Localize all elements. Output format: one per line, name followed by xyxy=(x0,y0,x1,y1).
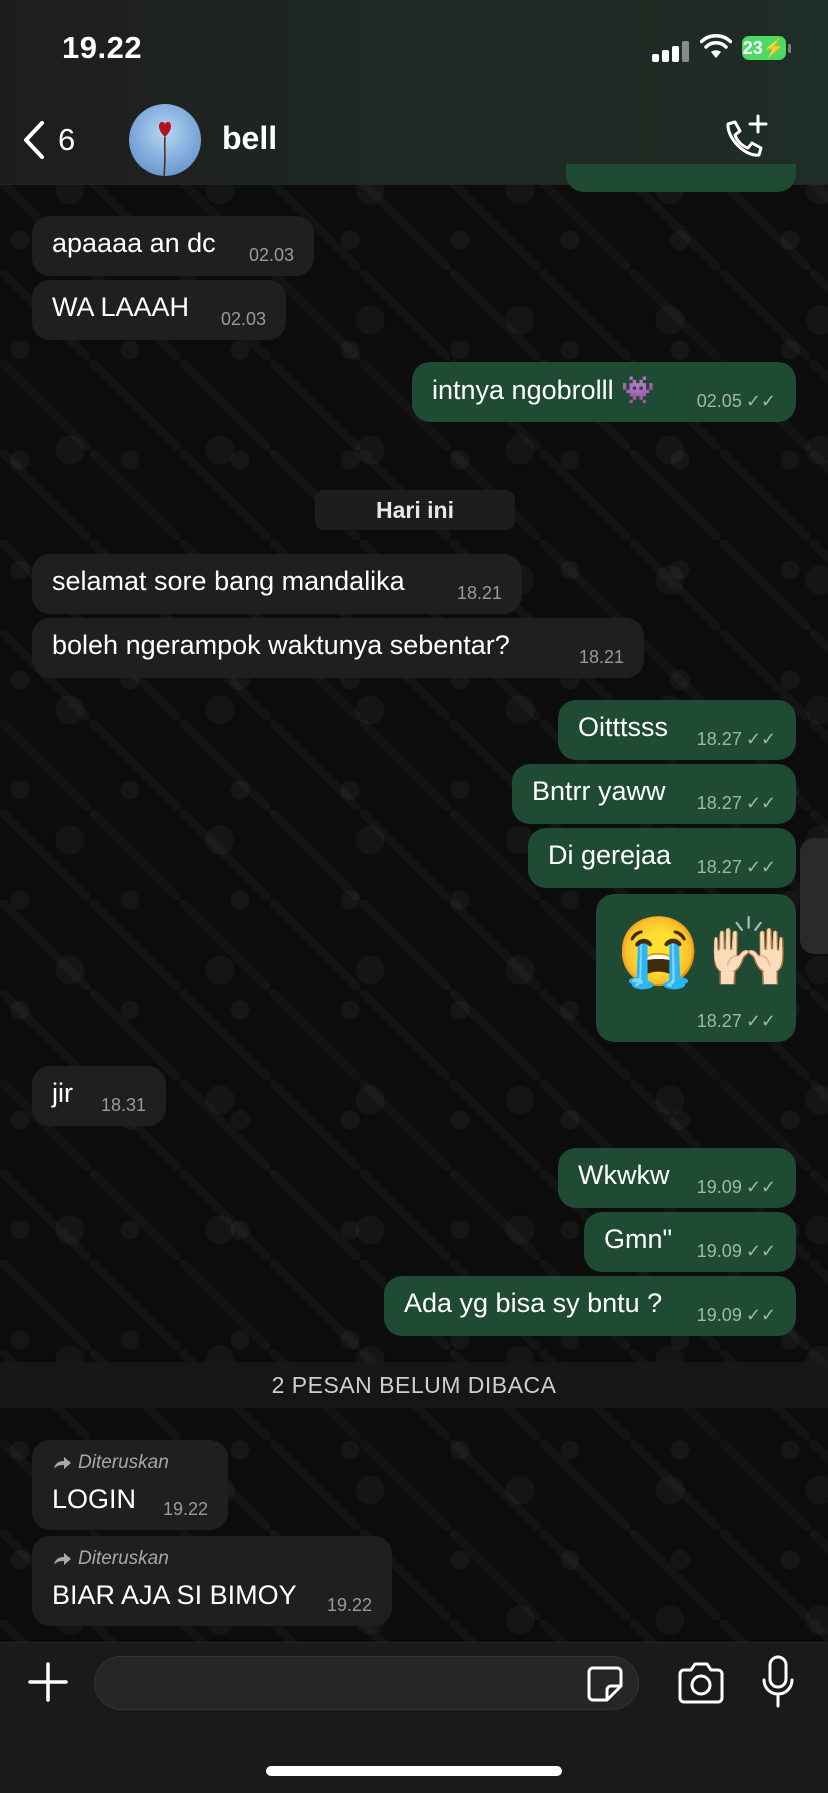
status-time: 19.22 xyxy=(62,30,143,65)
message-text: LOGIN xyxy=(52,1484,137,1514)
plus-icon[interactable] xyxy=(26,1660,70,1704)
message-text: WA LAAAH xyxy=(52,292,190,322)
unread-messages-banner: 2 PESAN BELUM DIBACA xyxy=(0,1362,828,1408)
message-meta: 18.27 ✓✓ xyxy=(697,1011,776,1032)
date-divider: Hari ini xyxy=(315,490,515,530)
forward-arrow-icon xyxy=(54,1457,71,1469)
message-time: 02.05 xyxy=(696,391,742,411)
emoji-message: 😭🙌🏻 xyxy=(616,914,798,990)
message-text: intnya ngobrolll 👾 xyxy=(432,375,655,405)
message-text: Gmn" xyxy=(604,1224,673,1254)
message-bubble[interactable]: Wkwkw 19.09 ✓✓ xyxy=(558,1148,796,1208)
message-meta: 18.27 ✓✓ xyxy=(697,793,776,814)
message-bubble[interactable]: jir 18.31 xyxy=(32,1066,166,1126)
message-time: 19.09 xyxy=(696,1177,742,1197)
double-check-icon: ✓✓ xyxy=(745,1305,776,1325)
message-bubble[interactable]: Ada yg bisa sy bntu ? 19.09 ✓✓ xyxy=(384,1276,796,1336)
double-check-icon: ✓✓ xyxy=(745,793,776,813)
message-time: 18.21 xyxy=(578,647,624,667)
message-text: boleh ngerampok waktunya sebentar? xyxy=(52,630,510,660)
partial-message-bubble xyxy=(566,164,796,192)
forwarded-message-bubble[interactable]: Diteruskan LOGIN 19.22 xyxy=(32,1440,228,1530)
message-input[interactable] xyxy=(94,1656,639,1710)
message-bubble[interactable]: intnya ngobrolll 👾 02.05 ✓✓ xyxy=(412,362,796,422)
message-bubble[interactable]: boleh ngerampok waktunya sebentar? 18.21 xyxy=(32,618,644,678)
message-bubble[interactable]: selamat sore bang mandalika 18.21 xyxy=(32,554,522,614)
message-time: 19.09 xyxy=(696,1305,742,1325)
back-button[interactable]: 6 xyxy=(22,118,102,162)
message-time: 18.27 xyxy=(696,857,742,877)
message-bubble[interactable]: Di gerejaa 18.27 ✓✓ xyxy=(528,828,796,888)
message-meta: 19.09 ✓✓ xyxy=(697,1305,776,1326)
add-call-icon[interactable] xyxy=(716,112,772,168)
double-check-icon: ✓✓ xyxy=(745,1177,776,1197)
balloon-avatar-image xyxy=(159,121,171,176)
contact-name[interactable]: bell xyxy=(222,120,277,157)
message-meta: 18.27 ✓✓ xyxy=(697,729,776,750)
chat-header: 19.22 23⚡ 6 bell xyxy=(0,0,828,185)
message-bubble[interactable]: apaaaa an dc 02.03 xyxy=(32,216,314,276)
message-time: 18.27 xyxy=(696,1011,742,1031)
message-meta: 19.09 ✓✓ xyxy=(697,1177,776,1198)
message-text: Oitttsss xyxy=(578,712,669,742)
message-bubble[interactable]: Gmn" 19.09 ✓✓ xyxy=(584,1212,796,1272)
message-time: 02.03 xyxy=(248,245,294,265)
message-text: selamat sore bang mandalika xyxy=(52,566,405,596)
message-meta: 19.09 ✓✓ xyxy=(697,1241,776,1262)
message-time: 18.21 xyxy=(456,583,502,603)
forwarded-text: Diteruskan xyxy=(78,1548,169,1569)
message-text: apaaaa an dc xyxy=(52,228,216,258)
unread-chats-count: 6 xyxy=(58,122,76,157)
battery-indicator: 23⚡ xyxy=(742,36,786,60)
camera-icon[interactable] xyxy=(676,1660,726,1706)
message-time: 18.27 xyxy=(696,729,742,749)
sticker-icon[interactable] xyxy=(585,1664,625,1704)
double-check-icon: ✓✓ xyxy=(745,729,776,749)
message-time: 18.27 xyxy=(696,793,742,813)
message-bubble[interactable]: WA LAAAH 02.03 xyxy=(32,280,286,340)
back-chevron-icon xyxy=(24,121,44,159)
message-meta: 18.27 ✓✓ xyxy=(697,857,776,878)
double-check-icon: ✓✓ xyxy=(745,391,776,411)
message-time: 18.31 xyxy=(100,1095,146,1115)
message-time: 02.03 xyxy=(220,309,266,329)
message-text: Di gerejaa xyxy=(548,840,672,870)
microphone-icon[interactable] xyxy=(760,1654,796,1710)
emoji-message-bubble[interactable]: 😭🙌🏻 18.27 ✓✓ xyxy=(596,894,796,1042)
forwarded-label: Diteruskan xyxy=(52,1452,169,1474)
wifi-icon xyxy=(700,34,732,58)
double-check-icon: ✓✓ xyxy=(745,857,776,877)
message-text: jir xyxy=(52,1078,73,1108)
battery-tip xyxy=(788,44,791,53)
side-reaction-handle[interactable] xyxy=(800,838,828,954)
message-text: Bntrr yaww xyxy=(532,776,666,806)
message-time: 19.22 xyxy=(326,1595,372,1615)
message-text: Wkwkw xyxy=(578,1160,670,1190)
message-text: Ada yg bisa sy bntu ? xyxy=(404,1288,663,1318)
message-time: 19.22 xyxy=(162,1499,208,1519)
forwarded-text: Diteruskan xyxy=(78,1452,169,1473)
forward-arrow-icon xyxy=(54,1553,71,1565)
message-bubble[interactable]: Bntrr yaww 18.27 ✓✓ xyxy=(512,764,796,824)
message-time: 19.09 xyxy=(696,1241,742,1261)
forwarded-message-bubble[interactable]: Diteruskan BIAR AJA SI BIMOY 19.22 xyxy=(32,1536,392,1626)
double-check-icon: ✓✓ xyxy=(745,1241,776,1261)
message-text: BIAR AJA SI BIMOY xyxy=(52,1580,297,1610)
home-indicator xyxy=(266,1766,562,1776)
double-check-icon: ✓✓ xyxy=(745,1011,776,1031)
forwarded-label: Diteruskan xyxy=(52,1548,169,1570)
message-bubble[interactable]: Oitttsss 18.27 ✓✓ xyxy=(558,700,796,760)
message-meta: 02.05 ✓✓ xyxy=(697,391,776,412)
signal-icon xyxy=(652,40,690,62)
contact-avatar[interactable] xyxy=(129,104,201,176)
